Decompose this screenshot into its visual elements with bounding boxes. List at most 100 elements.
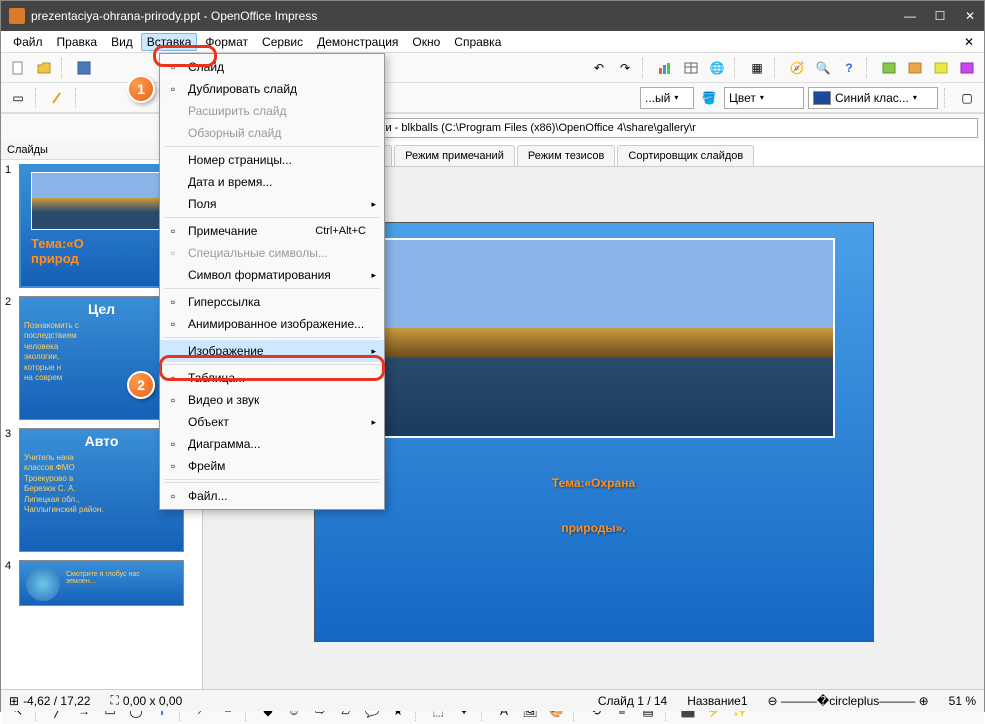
submenu-arrow-icon: ▸	[371, 270, 376, 281]
menu-item-2: Расширить слайд	[160, 100, 384, 122]
close-button[interactable]: ✕	[964, 9, 976, 23]
tab-notes[interactable]: Режим примечаний	[394, 145, 515, 166]
menu-item-5[interactable]: Дата и время...	[160, 171, 384, 193]
dup-icon: ▫	[165, 81, 181, 97]
menu-insert[interactable]: Вставка	[141, 33, 198, 51]
sym-icon: ▫	[165, 245, 181, 261]
menu-item-15[interactable]: Объект▸	[160, 411, 384, 433]
slide-photo	[355, 238, 835, 438]
menu-item-14[interactable]: ▫ Видео и звук	[160, 389, 384, 411]
menu-item-17[interactable]: ▫ Фрейм	[160, 455, 384, 477]
current-slide[interactable]: Тема:«Охрана природы».	[314, 222, 874, 642]
zoom-value[interactable]: 51 %	[949, 694, 976, 708]
menu-item-4[interactable]: Номер страницы...	[160, 149, 384, 171]
navigator-button[interactable]: 🧭	[786, 57, 808, 79]
menu-item-label: Номер страницы...	[188, 153, 292, 167]
status-layout: Название1	[687, 694, 747, 708]
menu-item-1[interactable]: ▫ Дублировать слайд	[160, 78, 384, 100]
gallery-path-field[interactable]	[297, 118, 978, 138]
menu-item-3: Обзорный слайд	[160, 122, 384, 144]
undo-button[interactable]: ↶	[588, 57, 610, 79]
menu-item-label: Дублировать слайд	[188, 82, 297, 96]
menu-file[interactable]: Файл	[7, 33, 49, 51]
menu-format[interactable]: Формат	[199, 33, 254, 51]
thumb-4[interactable]: 4 Смотрите я глобус нас землен...	[5, 560, 198, 610]
frame-icon: ▫	[165, 458, 181, 474]
color-combo[interactable]: Синий клас...▾	[808, 87, 938, 109]
anim-icon: ▫	[165, 316, 181, 332]
chart-button[interactable]	[654, 57, 676, 79]
ext2-button[interactable]	[904, 57, 926, 79]
linestyle-combo[interactable]: ...ый▾	[640, 87, 694, 109]
status-coord: ⊞ -4,62 / 17,22	[9, 694, 90, 708]
table-icon: ▫	[165, 370, 181, 386]
save-button[interactable]	[73, 57, 95, 79]
menubar: Файл Правка Вид Вставка Формат Сервис Де…	[1, 31, 984, 53]
menu-item-label: Фрейм	[188, 459, 225, 473]
media-icon: ▫	[165, 392, 181, 408]
menu-item-label: Видео и звук	[188, 393, 259, 407]
menu-item-label: Дата и время...	[188, 175, 272, 189]
menu-tools[interactable]: Сервис	[256, 33, 309, 51]
redo-button[interactable]: ↷	[614, 57, 636, 79]
grid-button[interactable]: ▦	[746, 57, 768, 79]
menu-item-label: Файл...	[188, 489, 228, 503]
callout-2: 2	[127, 371, 155, 399]
slide-icon: ▫	[165, 59, 181, 75]
menu-item-16[interactable]: ▫Диаграмма...	[160, 433, 384, 455]
menu-item-label: Примечание	[188, 224, 257, 238]
menu-item-label: Гиперссылка	[188, 295, 260, 309]
status-size: ⛶ 0,00 x 0,00	[110, 693, 182, 708]
ext4-button[interactable]	[956, 57, 978, 79]
fill-combo[interactable]: Цвет▾	[724, 87, 804, 109]
menu-item-13[interactable]: ▫Таблица...	[160, 367, 384, 389]
arrow-button[interactable]: ▭	[7, 87, 29, 109]
zoom-controls[interactable]: ⊖ ———�circleplus——— ⊕	[768, 694, 929, 708]
new-button[interactable]	[7, 57, 29, 79]
file-icon: ▫	[165, 488, 181, 504]
titlebar: prezentaciya-ohrana-prirody.ppt - OpenOf…	[1, 1, 984, 31]
menu-item-label: Анимированное изображение...	[188, 317, 364, 331]
menu-item-6[interactable]: Поля ▸	[160, 193, 384, 215]
maximize-button[interactable]: ☐	[934, 9, 946, 23]
menu-view[interactable]: Вид	[105, 33, 139, 51]
menu-item-7[interactable]: ▫ПримечаниеCtrl+Alt+C	[160, 220, 384, 242]
tab-sorter[interactable]: Сортировщик слайдов	[617, 145, 754, 166]
menu-item-label: Слайд	[188, 60, 224, 74]
help-button[interactable]: ?	[838, 57, 860, 79]
submenu-arrow-icon: ▸	[371, 199, 376, 210]
app-icon	[9, 8, 25, 24]
insert-menu-dropdown: ▫ Слайд ▫ Дублировать слайд Расширить слайд О…	[159, 53, 385, 510]
menu-item-0[interactable]: ▫ Слайд	[160, 56, 384, 78]
chart-icon: ▫	[165, 436, 181, 452]
minimize-button[interactable]: —	[904, 9, 916, 23]
menu-item-9[interactable]: Символ форматирования ▸	[160, 264, 384, 286]
status-slide: Слайд 1 / 14	[598, 694, 667, 708]
menu-window[interactable]: Окно	[406, 33, 446, 51]
ext1-button[interactable]	[878, 57, 900, 79]
menu-edit[interactable]: Правка	[51, 33, 104, 51]
menu-item-8: ▫Специальные символы...	[160, 242, 384, 264]
table-button[interactable]	[680, 57, 702, 79]
tab-handout[interactable]: Режим тезисов	[517, 145, 616, 166]
menu-item-label: Символ форматирования	[188, 268, 331, 282]
menu-item-11[interactable]: ▫ Анимированное изображение...	[160, 313, 384, 335]
linecolor-button[interactable]	[47, 87, 69, 109]
ext3-button[interactable]	[930, 57, 952, 79]
menu-item-19[interactable]: ▫ Файл...	[160, 485, 384, 507]
menu-help[interactable]: Справка	[448, 33, 507, 51]
open-button[interactable]	[33, 57, 55, 79]
menu-slideshow[interactable]: Демонстрация	[311, 33, 404, 51]
bucket-icon[interactable]: 🪣	[698, 87, 720, 109]
link-icon: ▫	[165, 294, 181, 310]
menu-item-label: Обзорный слайд	[188, 126, 281, 140]
zoom-button[interactable]: 🔍	[812, 57, 834, 79]
workarea: Слайды 1 Тема:«О природ 2 Цел Познакомит…	[1, 141, 984, 696]
gallery-bar: ▦ ☰	[1, 113, 984, 141]
hyperlink-button[interactable]: 🌐	[706, 57, 728, 79]
menu-item-12[interactable]: Изображение▸	[160, 340, 384, 362]
menu-item-label: Поля	[188, 197, 217, 211]
shadow-button[interactable]: ▢	[956, 87, 978, 109]
doc-close-icon[interactable]: ✕	[960, 35, 978, 49]
menu-item-10[interactable]: ▫ Гиперссылка	[160, 291, 384, 313]
